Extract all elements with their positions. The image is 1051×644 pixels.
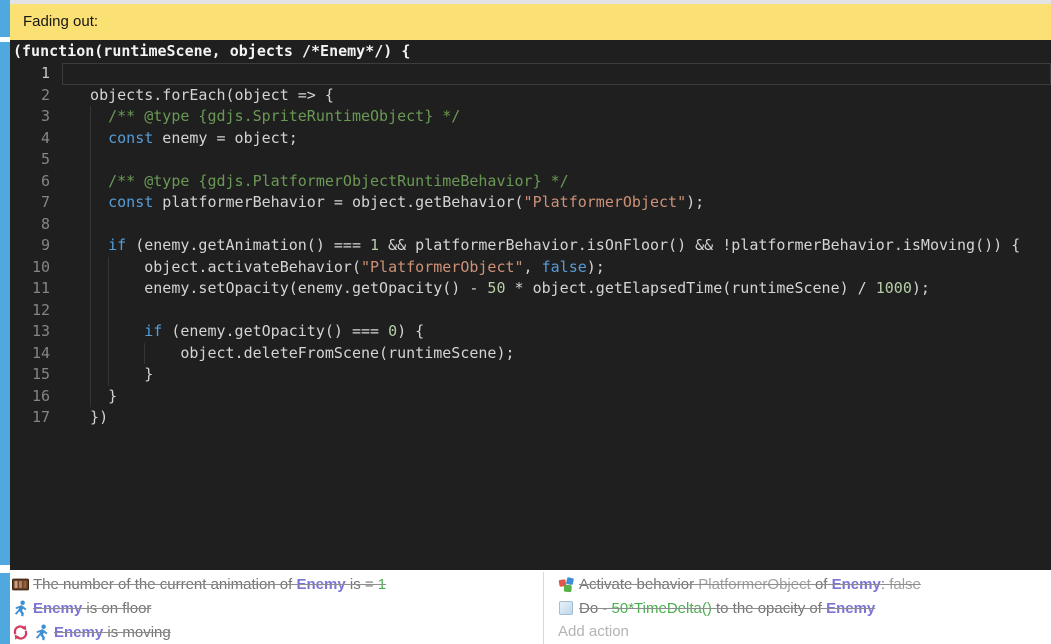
condition-text: Enemy is on floor: [33, 600, 151, 617]
event-sheet-row: The number of the current animation of E…: [10, 572, 1051, 644]
event-drag-handle[interactable]: [0, 0, 10, 37]
code-line-8[interactable]: 8: [10, 214, 1051, 236]
code-text: object.deleteFromScene(runtimeScene);: [72, 343, 515, 365]
animation-icon: [12, 576, 29, 593]
code-text: enemy.setOpacity(enemy.getOpacity() - 50…: [72, 278, 930, 300]
event-drag-handle[interactable]: [0, 573, 10, 644]
code-line-12[interactable]: 12: [10, 300, 1051, 322]
event-group-header[interactable]: Fading out:: [10, 4, 1051, 40]
action-row[interactable]: Do - 50*TimeDelta() to the opacity of En…: [548, 596, 1051, 620]
code-line-2[interactable]: 2 objects.forEach(object => {: [10, 85, 1051, 107]
line-number: 1: [10, 63, 50, 85]
current-line-highlight: [62, 63, 1051, 85]
line-number: 10: [10, 257, 50, 279]
condition-text: Enemy is moving: [54, 624, 171, 641]
code-text: objects.forEach(object => {: [72, 85, 334, 107]
line-number: 9: [10, 235, 50, 257]
line-number: 14: [10, 343, 50, 365]
code-line-14[interactable]: 14 object.deleteFromScene(runtimeScene);: [10, 343, 1051, 365]
code-line-16[interactable]: 16 }: [10, 386, 1051, 408]
line-number: 12: [10, 300, 50, 322]
action-text: Activate behavior PlatformerObject of En…: [579, 576, 921, 593]
code-text: }): [72, 407, 108, 429]
indent-guide: [90, 214, 91, 236]
code-text: /** @type {gdjs.SpriteRuntimeObject} */: [72, 106, 460, 128]
condition-row[interactable]: Enemy is on floor: [10, 596, 543, 620]
code-line-9[interactable]: 9 if (enemy.getAnimation() === 1 && plat…: [10, 235, 1051, 257]
code-text: if (enemy.getOpacity() === 0) {: [72, 321, 424, 343]
invert-icon: [12, 624, 29, 641]
line-number: 2: [10, 85, 50, 107]
conditions-column: The number of the current animation of E…: [10, 572, 543, 644]
line-number: 11: [10, 278, 50, 300]
indent-guide: [90, 300, 91, 322]
code-line-10[interactable]: 10 object.activateBehavior("PlatformerOb…: [10, 257, 1051, 279]
line-number: 5: [10, 149, 50, 171]
code-text: if (enemy.getAnimation() === 1 && platfo…: [72, 235, 1020, 257]
line-number: 7: [10, 192, 50, 214]
line-number: 6: [10, 171, 50, 193]
behavior-icon: [558, 576, 575, 593]
code-line-1[interactable]: 1: [10, 63, 1051, 85]
line-number: 3: [10, 106, 50, 128]
code-line-17[interactable]: 17 }): [10, 407, 1051, 429]
line-number: 4: [10, 128, 50, 150]
line-number: 13: [10, 321, 50, 343]
code-text: const platformerBehavior = object.getBeh…: [72, 192, 704, 214]
code-header-line: (function(runtimeScene, objects /*Enemy*…: [10, 40, 1051, 63]
code-line-13[interactable]: 13 if (enemy.getOpacity() === 0) {: [10, 321, 1051, 343]
code-lines[interactable]: 12 objects.forEach(object => {3 /** @typ…: [10, 63, 1051, 429]
code-line-5[interactable]: 5: [10, 149, 1051, 171]
condition-text: The number of the current animation of E…: [33, 576, 386, 593]
runner-icon: [33, 624, 50, 641]
indent-guide: [90, 149, 91, 171]
group-title: Fading out:: [23, 13, 98, 30]
code-line-15[interactable]: 15 }: [10, 364, 1051, 386]
conditions-actions-divider: [543, 572, 544, 644]
add-action-button[interactable]: Add action: [548, 620, 1051, 644]
code-text: /** @type {gdjs.PlatformerObjectRuntimeB…: [72, 171, 569, 193]
js-code-editor[interactable]: (function(runtimeScene, objects /*Enemy*…: [10, 40, 1051, 570]
code-line-7[interactable]: 7 const platformerBehavior = object.getB…: [10, 192, 1051, 214]
line-number: 17: [10, 407, 50, 429]
condition-row[interactable]: The number of the current animation of E…: [10, 572, 543, 596]
line-number: 16: [10, 386, 50, 408]
action-text: Do - 50*TimeDelta() to the opacity of En…: [579, 600, 875, 617]
code-line-4[interactable]: 4 const enemy = object;: [10, 128, 1051, 150]
code-line-6[interactable]: 6 /** @type {gdjs.PlatformerObjectRuntim…: [10, 171, 1051, 193]
code-text: const enemy = object;: [72, 128, 298, 150]
line-number: 15: [10, 364, 50, 386]
gdevelop-js-event: Fading out: (function(runtimeScene, obje…: [0, 0, 1051, 644]
code-line-11[interactable]: 11 enemy.setOpacity(enemy.getOpacity() -…: [10, 278, 1051, 300]
line-number: 8: [10, 214, 50, 236]
code-text: }: [72, 364, 153, 386]
indent-guide: [108, 300, 109, 322]
code-text: object.activateBehavior("PlatformerObjec…: [72, 257, 605, 279]
condition-row[interactable]: Enemy is moving: [10, 620, 543, 644]
opacity-icon: [559, 601, 573, 615]
event-drag-handle[interactable]: [0, 42, 10, 565]
code-line-3[interactable]: 3 /** @type {gdjs.SpriteRuntimeObject} *…: [10, 106, 1051, 128]
actions-column: Activate behavior PlatformerObject of En…: [548, 572, 1051, 644]
runner-icon: [12, 600, 29, 617]
code-footer-line: })(runtimeScene, objects /*Enemy*/); // …: [10, 545, 1051, 570]
code-text: }: [72, 386, 117, 408]
action-row[interactable]: Activate behavior PlatformerObject of En…: [548, 572, 1051, 596]
